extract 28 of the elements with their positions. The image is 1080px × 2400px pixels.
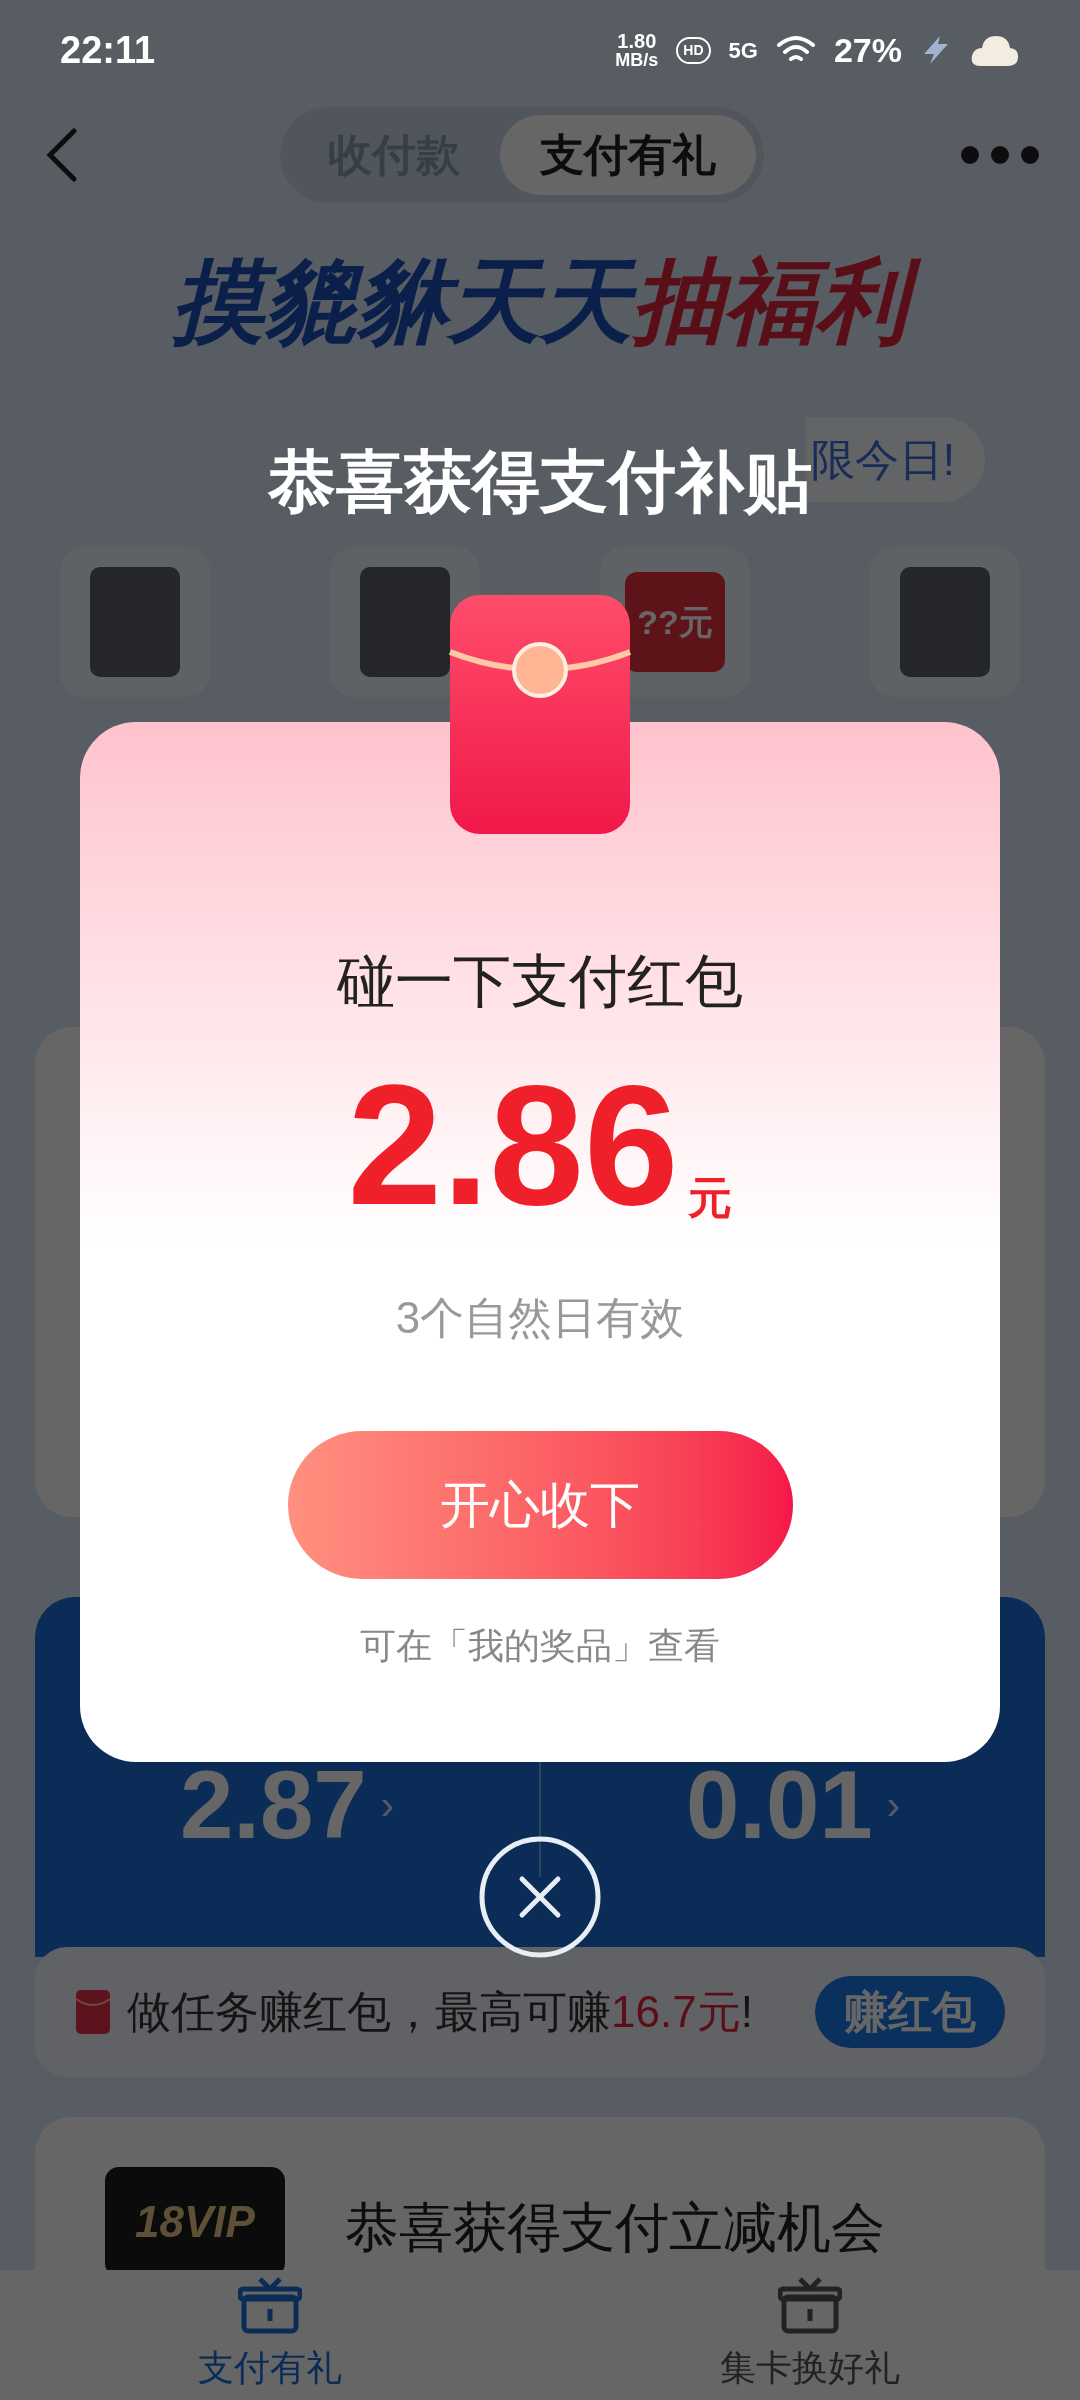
amount: 2.86 [347, 1060, 679, 1230]
close-icon[interactable] [478, 1835, 602, 1959]
currency-unit: 元 [688, 1176, 733, 1220]
gift-icon [238, 2275, 302, 2335]
modal-title: 碰一下支付红包 [337, 952, 743, 1010]
task-text: 做任务赚红包，最高可赚16.7元! [127, 1986, 754, 2038]
earn-button[interactable]: 赚红包 [815, 1976, 1005, 2048]
chevron-icon: › [380, 1775, 395, 1835]
speed-unit: MB/s [615, 51, 659, 69]
accept-button[interactable]: 开心收下 [287, 1431, 793, 1579]
envelope-icon [75, 1989, 111, 2035]
prize-card[interactable] [60, 547, 210, 697]
gift-icon [778, 2275, 842, 2335]
hd-icon: HD [676, 36, 711, 64]
prize-card[interactable] [870, 547, 1020, 697]
mystery-prize: ??元 [625, 572, 725, 672]
network-speed: 1.80 [617, 31, 657, 51]
more-icon[interactable] [960, 145, 1040, 165]
tab[interactable]: 支付有礼 [500, 115, 756, 195]
prize-note: 可在「我的奖品」查看 [360, 1624, 720, 1668]
nav-item[interactable]: 集卡换好礼 [540, 2270, 1080, 2400]
promo-title: 恭喜获得支付立减机会 [345, 2196, 885, 2259]
battery-level: 27% [833, 29, 902, 71]
banner-title: 摸貔貅天天抽福利 [0, 255, 1080, 347]
validity-text: 3个自然日有效 [395, 1292, 685, 1344]
network-type: 5G [728, 36, 758, 65]
clock: 22:11 [60, 27, 156, 73]
chevron-icon: › [886, 1775, 901, 1835]
